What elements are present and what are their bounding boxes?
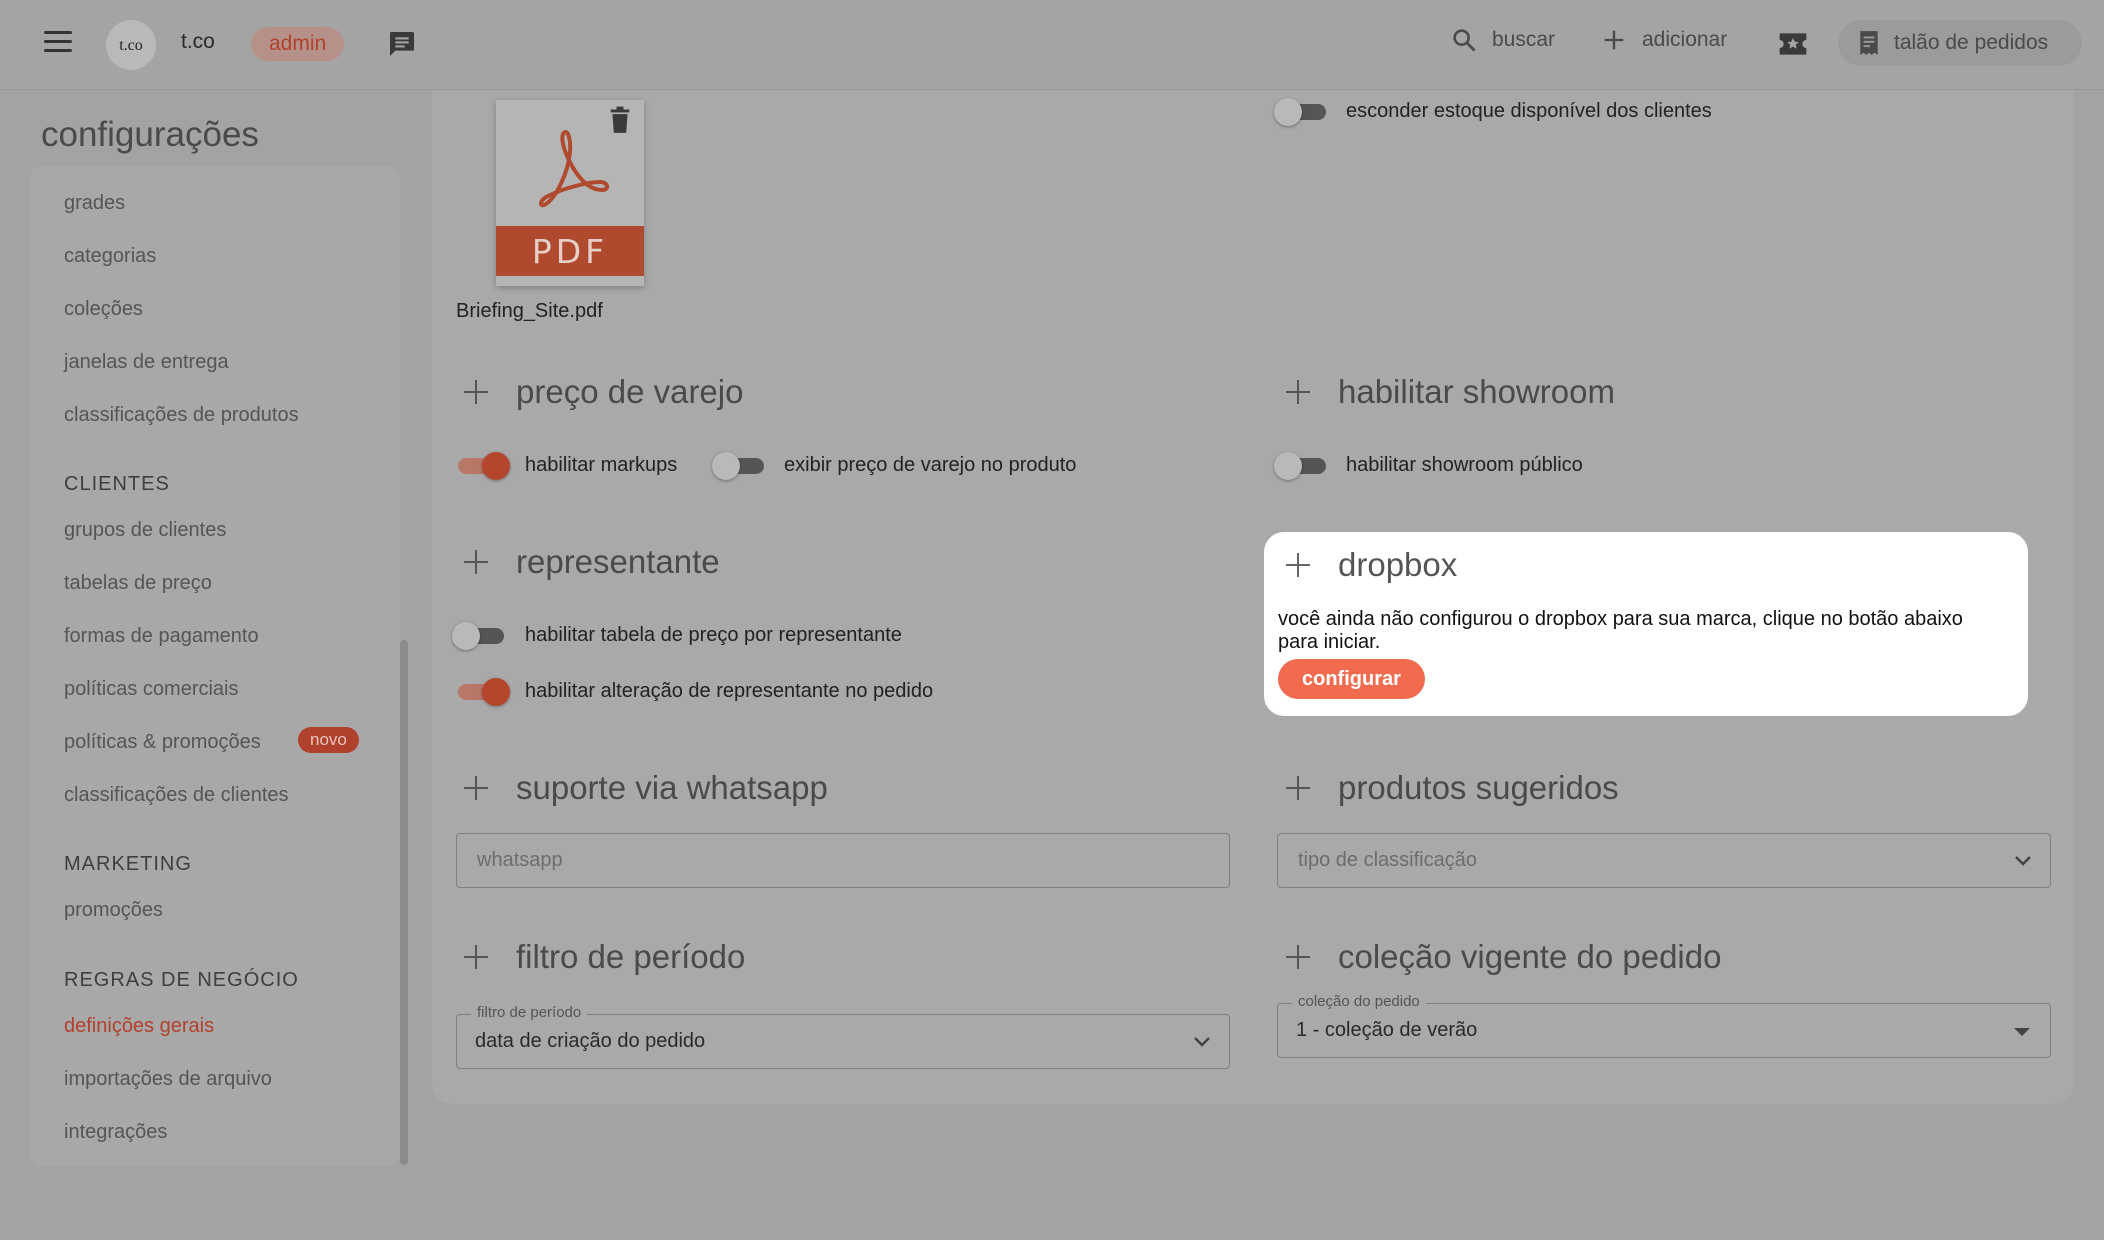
show-retail-price-label: exibir preço de varejo no produto (784, 454, 1077, 476)
sidebar-item-grupos-de-clientes[interactable]: grupos de clientes (64, 519, 226, 542)
plus-icon (1286, 553, 1310, 577)
sidebar-section-clientes: CLIENTES (64, 473, 170, 495)
whatsapp-input[interactable]: whatsapp (456, 833, 1230, 888)
role-badge: admin (251, 27, 345, 61)
menu-icon[interactable] (44, 31, 72, 53)
sidebar-item-janelas-de-entrega[interactable]: janelas de entrega (64, 351, 229, 374)
public-showroom-label: habilitar showroom público (1346, 454, 1583, 476)
sidebar-item-definicoes-gerais[interactable]: definições gerais (64, 1015, 214, 1038)
enable-markups-toggle[interactable] (456, 449, 510, 481)
dropbox-card: dropbox você ainda não configurou o drop… (1264, 532, 2028, 716)
caret-down-icon (2014, 1028, 2030, 1036)
representative-section[interactable]: representante (464, 543, 720, 581)
section-title: suporte via whatsapp (516, 769, 828, 806)
sidebar-item-grades[interactable]: grades (64, 192, 125, 215)
sidebar-item-tabelas-de-preco[interactable]: tabelas de preço (64, 572, 212, 595)
section-title: filtro de período (516, 938, 746, 975)
sidebar-item-integracoes[interactable]: integrações (64, 1121, 167, 1144)
plus-icon (1286, 380, 1310, 404)
whatsapp-section[interactable]: suporte via whatsapp (464, 769, 828, 807)
change-rep-in-order-label: habilitar alteração de representante no … (525, 680, 934, 702)
sidebar-item-classificacoes-de-clientes[interactable]: classificações de clientes (64, 784, 289, 807)
section-title: produtos sugeridos (1338, 769, 1619, 806)
plus-icon (464, 776, 488, 800)
select-legend: coleção do pedido (1292, 993, 1426, 1010)
sidebar-item-promocoes[interactable]: promoções (64, 899, 163, 922)
add-button[interactable]: adicionar (1600, 26, 1727, 54)
section-title: dropbox (1338, 546, 1458, 583)
top-bar: t.co t.co admin buscar adicionar talão d… (0, 0, 2104, 90)
enable-markups-label: habilitar markups (525, 454, 678, 476)
price-table-by-rep-toggle[interactable] (452, 619, 506, 651)
receipt-icon (1860, 31, 1878, 55)
period-filter-section[interactable]: filtro de período (464, 938, 745, 976)
period-filter-select[interactable]: filtro de período data de criação do ped… (456, 1004, 1230, 1069)
current-collection-section[interactable]: coleção vigente do pedido (1286, 938, 1721, 976)
file-name: Briefing_Site.pdf (456, 300, 603, 322)
sidebar-item-politicas-promocoes[interactable]: políticas & promoções (64, 731, 261, 754)
configure-dropbox-button[interactable]: configurar (1278, 659, 1425, 699)
sidebar-item-importacoes-de-arquivo[interactable]: importações de arquivo (64, 1068, 272, 1091)
showroom-section[interactable]: habilitar showroom (1286, 373, 1615, 411)
public-showroom-toggle[interactable] (1274, 449, 1328, 481)
sidebar-section-regras-de-negocio: REGRAS DE NEGÓCIO (64, 969, 299, 991)
section-title: preço de varejo (516, 373, 744, 410)
search-button[interactable]: buscar (1450, 26, 1555, 54)
show-retail-price-toggle[interactable] (712, 449, 766, 481)
sidebar-title: configurações (41, 115, 259, 154)
order-book-button[interactable]: talão de pedidos (1838, 20, 2082, 66)
dropbox-section[interactable]: dropbox (1286, 546, 1457, 584)
sidebar-scrollbar[interactable] (400, 640, 408, 1165)
brand-logo: t.co (106, 20, 156, 70)
trash-icon[interactable] (608, 106, 632, 134)
order-book-label: talão de pedidos (1894, 31, 2049, 54)
order-collection-select[interactable]: coleção do pedido 1 - coleção de verão (1277, 993, 2051, 1058)
sidebar-item-formas-de-pagamento[interactable]: formas de pagamento (64, 625, 259, 648)
sidebar-item-colecoes[interactable]: coleções (64, 298, 143, 321)
select-placeholder: tipo de classificação (1298, 849, 1477, 871)
sidebar-section-marketing: MARKETING (64, 853, 192, 875)
hide-stock-toggle[interactable] (1274, 95, 1328, 127)
classification-type-select[interactable]: tipo de classificação (1277, 833, 2051, 888)
select-legend: filtro de período (471, 1004, 588, 1021)
change-rep-in-order-toggle[interactable] (456, 675, 510, 707)
plus-icon (464, 380, 488, 404)
plus-icon (1286, 776, 1310, 800)
chat-icon[interactable] (386, 28, 418, 60)
brand-name: t.co (181, 30, 215, 53)
pdf-icon (539, 130, 609, 208)
plus-icon (1604, 30, 1624, 50)
plus-icon (464, 945, 488, 969)
add-label: adicionar (1642, 28, 1728, 51)
suggested-products-section[interactable]: produtos sugeridos (1286, 769, 1619, 807)
plus-icon (464, 550, 488, 574)
price-table-by-rep-label: habilitar tabela de preço por representa… (525, 624, 902, 646)
plus-icon (1286, 945, 1310, 969)
new-badge: novo (298, 727, 359, 753)
ticket-icon[interactable] (1777, 29, 1809, 59)
sidebar-item-politicas-comerciais[interactable]: políticas comerciais (64, 678, 239, 701)
section-title: habilitar showroom (1338, 373, 1615, 410)
dropbox-message: você ainda não configurou o dropbox para… (1278, 608, 1963, 653)
section-title: coleção vigente do pedido (1338, 938, 1722, 975)
settings-sidebar: grades categorias coleções janelas de en… (30, 166, 400, 1166)
search-label: buscar (1492, 28, 1556, 51)
sidebar-item-classificacoes-de-produtos[interactable]: classificações de produtos (64, 404, 299, 427)
search-icon (1453, 29, 1476, 52)
chevron-down-icon (1194, 1037, 1210, 1047)
pdf-type-label: PDF (496, 226, 644, 276)
hide-stock-label: esconder estoque disponível dos clientes (1346, 100, 1712, 122)
retail-price-section[interactable]: preço de varejo (464, 373, 743, 411)
select-value: data de criação do pedido (475, 1030, 706, 1052)
section-title: representante (516, 543, 720, 580)
chevron-down-icon (2015, 856, 2031, 866)
sidebar-item-categorias[interactable]: categorias (64, 245, 156, 268)
select-value: 1 - coleção de verão (1296, 1019, 1478, 1041)
